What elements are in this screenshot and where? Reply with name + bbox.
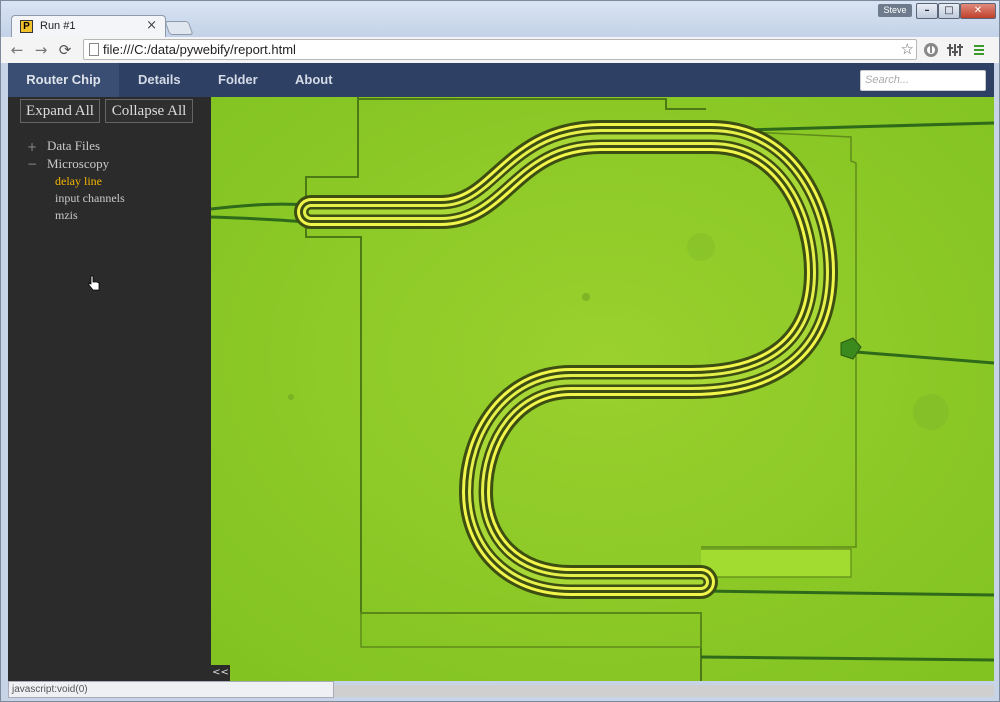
bookmark-star-icon[interactable]: ☆ [901, 40, 914, 58]
browser-tab[interactable]: P Run #1 × [11, 15, 166, 37]
status-bar: javascript:void(0) [8, 681, 334, 698]
collapse-toggle-icon[interactable]: − [27, 157, 37, 171]
page-icon [89, 43, 99, 56]
nav-details[interactable]: Details [138, 63, 181, 97]
sidebar: Expand All Collapse All + Data Files − M… [8, 97, 211, 681]
horizontal-scrollbar[interactable] [334, 685, 994, 697]
tree-item-microscopy[interactable]: Microscopy [47, 156, 109, 172]
tab-close-icon[interactable]: × [146, 18, 157, 33]
nav-about[interactable]: About [295, 63, 333, 97]
address-bar[interactable]: file:///C:/data/pywebify/report.html ☆ [83, 39, 917, 60]
close-window-button[interactable]: ✕ [960, 3, 996, 19]
top-navbar: Router Chip Details Folder About Search.… [8, 63, 994, 97]
expand-toggle-icon[interactable]: + [27, 140, 37, 154]
tree-item-delay-line[interactable]: delay line [55, 174, 102, 189]
forward-icon[interactable]: → [31, 40, 51, 60]
waveguide-micrograph [211, 97, 994, 681]
profile-badge[interactable]: Steve [878, 4, 912, 17]
tree-item-data-files[interactable]: Data Files [47, 138, 100, 154]
expand-all-button[interactable]: Expand All [20, 99, 100, 123]
brand-link[interactable]: Router Chip [8, 63, 119, 97]
browser-window: P Run #1 × Steve – □ ✕ ← → ⟳ file:///C:/… [0, 0, 1000, 702]
menu-icon[interactable] [971, 42, 987, 58]
url-text: file:///C:/data/pywebify/report.html [103, 42, 296, 57]
favicon-icon: P [20, 20, 33, 33]
tree-item-mzis[interactable]: mzis [55, 208, 78, 223]
nav-folder[interactable]: Folder [218, 63, 258, 97]
title-bar: P Run #1 × Steve – □ ✕ [1, 1, 999, 37]
collapse-all-button[interactable]: Collapse All [105, 99, 193, 123]
tab-title: Run #1 [40, 20, 76, 32]
maximize-button[interactable]: □ [938, 3, 960, 19]
extension-icon[interactable] [923, 42, 939, 58]
page-viewport: Router Chip Details Folder About Search.… [8, 63, 994, 681]
browser-toolbar: ← → ⟳ file:///C:/data/pywebify/report.ht… [1, 37, 999, 63]
back-icon[interactable]: ← [7, 40, 27, 60]
microscopy-image [211, 97, 994, 681]
equalizer-icon[interactable] [947, 42, 963, 58]
tree-item-input-channels[interactable]: input channels [55, 191, 125, 206]
reload-icon[interactable]: ⟳ [55, 40, 75, 60]
search-input[interactable]: Search... [860, 70, 986, 91]
collapse-sidebar-button[interactable]: << [211, 665, 230, 681]
minimize-button[interactable]: – [916, 3, 938, 19]
hand-cursor-icon [88, 275, 100, 291]
new-tab-button[interactable] [164, 21, 194, 35]
